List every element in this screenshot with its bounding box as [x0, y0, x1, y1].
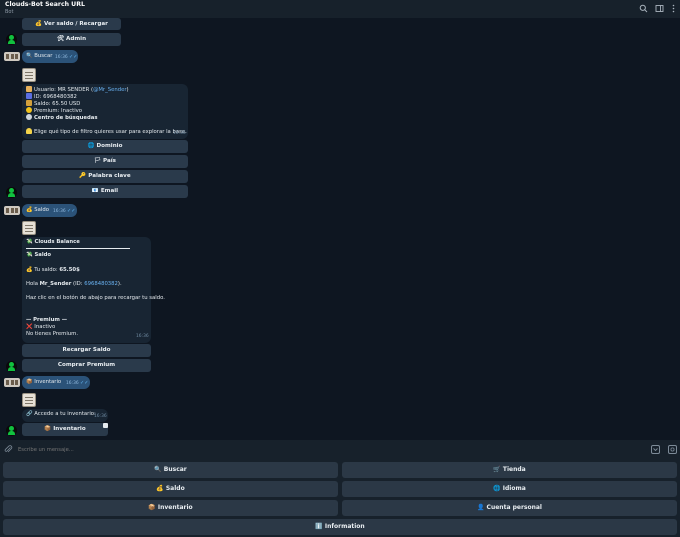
user-handle-link[interactable]: @Mr_Sender: [93, 87, 126, 93]
money-bag-icon: [26, 100, 32, 106]
balance-message: 💸 Clouds Balance 💸 Saldo 💰 Tu saldo: 65.…: [22, 237, 165, 343]
palabra-clave-button[interactable]: 🔑 Palabra clave: [22, 170, 188, 183]
attach-icon[interactable]: [4, 445, 13, 454]
message-time: 16:36: [136, 334, 149, 339]
kb-saldo-button[interactable]: 💰 Saldo: [3, 481, 338, 497]
balance-heading: 💸 Clouds Balance: [26, 239, 80, 245]
message-input-bar: [0, 440, 680, 459]
message-text: 🔗 Accede a tu inventario:: [26, 411, 96, 417]
kb-tienda-button[interactable]: 🛒 Tienda: [342, 462, 677, 478]
outgoing-message-saldo: 💰 Saldo 16:36 ✓✓: [22, 204, 77, 217]
message-time: 16:36: [53, 209, 66, 214]
kb-inventario-button[interactable]: 📦 Inventario: [3, 500, 338, 516]
filter-instruction: Elige qué tipo de filtro quieres usar pa…: [26, 128, 187, 136]
message-text: 📦 Inventario: [26, 379, 62, 385]
recharge-instruction: Haz clic en el botón de abajo para recar…: [26, 295, 165, 301]
sticker-image: [22, 221, 36, 235]
reply-keyboard: 🔍 Buscar 🛒 Tienda 💰 Saldo 🌐 Idioma 📦 Inv…: [0, 459, 680, 537]
hola-line: Hola Mr_Sender (ID: 6968480382).: [26, 281, 122, 287]
search-icon[interactable]: [639, 4, 648, 13]
dominio-button[interactable]: 🌐 Dominio: [22, 140, 188, 153]
inventory-message: 🔗 Accede a tu inventario: 16:36: [22, 409, 108, 422]
chat-area[interactable]: [0, 18, 680, 440]
message-text: 🔍 Buscar: [26, 53, 53, 59]
no-premium-text: No tienes Premium.: [26, 331, 79, 337]
open-link-icon[interactable]: [103, 423, 108, 428]
sidebar-toggle-icon[interactable]: [655, 4, 664, 13]
heading-divider: [26, 248, 130, 249]
admin-button[interactable]: 🛠 Admin: [22, 33, 121, 46]
search-center-message: Usuario: MR SENDER (@Mr_Sender) ID: 6968…: [22, 84, 188, 139]
recargar-saldo-button[interactable]: Recargar Saldo: [22, 344, 151, 357]
chat-subtitle: Bot: [5, 9, 14, 15]
outgoing-message-buscar: 🔍 Buscar 16:36 ✓✓: [22, 50, 78, 63]
message-text: 💰 Saldo: [26, 207, 49, 213]
sticker-image: [22, 393, 36, 407]
lightbulb-icon: [26, 128, 32, 134]
read-ticks-icon: ✓✓: [69, 54, 78, 60]
message-input[interactable]: [18, 444, 618, 455]
pais-button[interactable]: 🏳 País: [22, 155, 188, 168]
ver-saldo-button[interactable]: 💰 Ver saldo / Recargar: [22, 18, 121, 30]
user-avatar: [4, 206, 20, 215]
star-icon: [26, 107, 32, 113]
chat-title: Clouds-Bot Search URL: [5, 1, 85, 8]
kb-cuenta-personal-button[interactable]: 👤 Cuenta personal: [342, 500, 677, 516]
magnifier-icon: [26, 114, 32, 120]
comprar-premium-button[interactable]: Comprar Premium: [22, 359, 151, 372]
bot-avatar: [6, 425, 17, 436]
read-ticks-icon: ✓✓: [67, 208, 76, 214]
read-ticks-icon: ✓✓: [80, 380, 89, 386]
sticker-image: [22, 68, 36, 82]
bot-avatar: [6, 361, 17, 372]
saldo-heading: 💸 Saldo: [26, 252, 52, 258]
bot-avatar: [6, 187, 17, 198]
message-time: 16:36: [173, 131, 186, 136]
kb-idioma-button[interactable]: 🌐 Idioma: [342, 481, 677, 497]
email-button[interactable]: 📧 Email: [22, 185, 188, 198]
kb-buscar-button[interactable]: 🔍 Buscar: [3, 462, 338, 478]
inventario-link-button[interactable]: 📦 Inventario: [22, 423, 108, 436]
user-avatar: [4, 378, 20, 387]
message-time: 16:36: [66, 381, 79, 386]
message-time: 16:36: [94, 414, 107, 419]
tu-saldo-line: 💰 Tu saldo: 65.50$: [26, 267, 80, 273]
outgoing-message-inventario: 📦 Inventario 16:36 ✓✓: [22, 376, 90, 389]
message-time: 16:36: [55, 55, 68, 60]
bot-avatar: [6, 34, 17, 45]
search-center-heading: Centro de búsquedas: [26, 114, 98, 122]
user-emoji-icon: [26, 86, 32, 92]
bot-keyboard-toggle-icon[interactable]: [651, 445, 660, 454]
more-options-icon[interactable]: [669, 4, 678, 13]
user-avatar: [4, 52, 20, 61]
chat-header: Clouds-Bot Search URL Bot: [0, 0, 680, 18]
camera-icon[interactable]: [668, 445, 677, 454]
id-emoji-icon: [26, 93, 32, 99]
kb-information-button[interactable]: ℹ️ Information: [3, 519, 677, 535]
